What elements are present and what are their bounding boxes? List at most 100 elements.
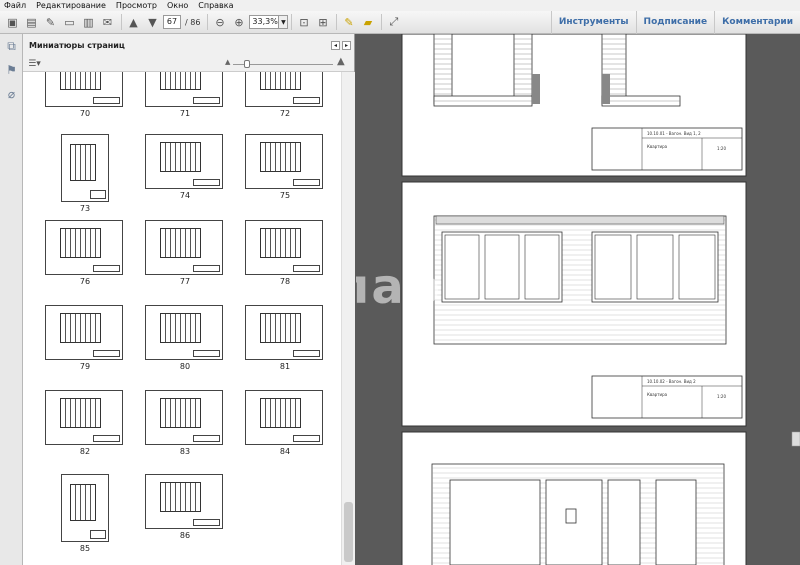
page-thumbnail[interactable]: 76 xyxy=(45,220,125,286)
thumbnail-drawing xyxy=(159,482,202,512)
title-block-name: Квартира xyxy=(647,144,668,149)
collapse-icon[interactable]: ◂ xyxy=(331,40,340,50)
fit-page-icon[interactable]: ⊡ xyxy=(295,14,312,31)
zoom-out-icon[interactable]: ⊖ xyxy=(211,14,228,31)
sign-link[interactable]: Подписание xyxy=(635,11,715,34)
menu-edit[interactable]: Редактирование xyxy=(36,0,106,11)
thumbnail-stamp xyxy=(193,518,220,526)
thumbnail-label: 78 xyxy=(279,277,291,286)
page-total: / 86 xyxy=(185,17,201,27)
toolbar-separator xyxy=(207,14,209,30)
thumbnail-drawing xyxy=(70,144,96,181)
thumbnail-image xyxy=(45,305,123,360)
fixture xyxy=(565,508,577,524)
page-thumbnail[interactable]: 86 xyxy=(145,474,225,540)
thumbnail-grid: 70 71 72 73 74 75 76 77 78 79 80 81 82 83 84 85 86 xyxy=(23,72,341,565)
highlight-icon[interactable]: ▰ xyxy=(359,14,376,31)
thumbnail-image xyxy=(245,72,323,107)
slider-handle[interactable] xyxy=(244,60,250,68)
comments-link[interactable]: Комментарии xyxy=(714,11,800,34)
zoom-input[interactable]: 33,3% xyxy=(249,15,280,29)
thumbnail-stamp xyxy=(193,434,220,442)
bookmark-icon[interactable]: ⚑ xyxy=(0,58,23,82)
email-icon[interactable]: ✉ xyxy=(99,14,116,31)
title-block-name: Квартира xyxy=(647,392,668,397)
watermark: ппар xyxy=(356,259,443,315)
print-icon[interactable]: ▥ xyxy=(80,14,97,31)
thumbnail-label: 76 xyxy=(79,277,91,286)
panel-scrollbar[interactable] xyxy=(341,72,355,565)
thumbnail-stamp xyxy=(293,178,320,186)
menu-window[interactable]: Окно xyxy=(167,0,188,11)
create-icon[interactable]: ▣ xyxy=(4,14,21,31)
thumbnail-label: 80 xyxy=(179,362,191,371)
create-pdf-icon[interactable]: ▤ xyxy=(23,14,40,31)
thumbnail-image xyxy=(145,305,223,360)
page-thumbnail[interactable]: 83 xyxy=(145,390,225,456)
thumbnails-panel: Миниатюры страниц ◂ ▸ ☰▾ ▲ ▲ 70 71 72 73 74 7… xyxy=(23,34,355,565)
thumbnail-stamp xyxy=(193,178,220,186)
edit-icon[interactable]: ✎ xyxy=(42,14,59,31)
thumbnail-drawing xyxy=(259,313,302,343)
panel-header: Миниатюры страниц ◂ ▸ xyxy=(23,34,354,56)
expand-icon[interactable]: ⤢ xyxy=(385,14,402,31)
window-pane xyxy=(444,234,480,300)
tools-link[interactable]: Инструменты xyxy=(550,11,636,34)
thumbnail-drawing xyxy=(159,142,202,172)
thumbnail-image xyxy=(245,220,323,275)
page-thumbnail[interactable]: 74 xyxy=(145,134,225,200)
page-thumbnail[interactable]: 75 xyxy=(245,134,325,200)
full-screen-icon[interactable]: ⊞ xyxy=(314,14,331,31)
menu-view[interactable]: Просмотр xyxy=(116,0,157,11)
page-thumbnail[interactable]: 80 xyxy=(145,305,225,371)
page-thumbnail[interactable]: 81 xyxy=(245,305,325,371)
thumbnail-stamp xyxy=(293,434,320,442)
thumbnail-stamp xyxy=(193,349,220,357)
thumbnail-stamp xyxy=(193,96,220,104)
thumbnail-image xyxy=(245,134,323,189)
scrollbar-thumb[interactable] xyxy=(344,502,353,562)
thumbnail-drawing xyxy=(259,398,302,428)
thumbnail-stamp xyxy=(93,96,120,104)
menu-help[interactable]: Справка xyxy=(198,0,233,11)
page-thumbnail[interactable]: 85 xyxy=(45,474,125,553)
page-thumbnail[interactable]: 70 xyxy=(45,72,125,118)
page-up-icon[interactable]: ▲ xyxy=(125,14,142,31)
page-thumbnail[interactable]: 82 xyxy=(45,390,125,456)
page-thumbnail[interactable]: 78 xyxy=(245,220,325,286)
page-number-input[interactable]: 67 xyxy=(163,15,181,29)
thumbnail-stamp xyxy=(93,264,120,272)
thumbnail-drawing xyxy=(59,398,102,428)
page-thumbnail[interactable]: 77 xyxy=(145,220,225,286)
title-block-scale: 1:20 xyxy=(717,394,726,399)
page-thumbnail[interactable]: 84 xyxy=(245,390,325,456)
page-thumbnail[interactable]: 71 xyxy=(145,72,225,118)
window-pane xyxy=(524,234,560,300)
zoom-in-icon[interactable]: ⊕ xyxy=(230,14,247,31)
page-thumbnail[interactable]: 79 xyxy=(45,305,125,371)
page-thumbnails-icon[interactable]: ⧉ xyxy=(0,34,23,58)
close-panel-icon[interactable]: ▸ xyxy=(342,40,351,50)
thumbnail-image xyxy=(45,72,123,107)
menu-bar: Файл Редактирование Просмотр Окно Справк… xyxy=(0,0,800,11)
thumbnail-label: 70 xyxy=(79,109,91,118)
thumbnail-label: 71 xyxy=(179,109,191,118)
attachment-icon[interactable]: ⌀ xyxy=(0,82,23,106)
page-down-icon[interactable]: ▼ xyxy=(144,14,161,31)
thumbnail-label: 72 xyxy=(279,109,291,118)
thumbnail-image xyxy=(145,474,223,529)
page-thumbnail[interactable]: 73 xyxy=(45,134,125,213)
large-mountain-icon[interactable]: ▲ xyxy=(337,56,345,67)
save-icon[interactable]: ▭ xyxy=(61,14,78,31)
document-view: 10.10.01 - Вагон. Вид 1, 2 Квартира 1:20 10… xyxy=(356,34,800,565)
toolbar-separator xyxy=(336,14,338,30)
thumbnail-image xyxy=(61,474,109,542)
small-mountain-icon[interactable]: ▲ xyxy=(225,58,230,66)
page-thumbnail[interactable]: 72 xyxy=(245,72,325,118)
menu-file[interactable]: Файл xyxy=(4,0,26,11)
options-menu-icon[interactable]: ☰▾ xyxy=(26,55,43,72)
zoom-dropdown-icon[interactable]: ▼ xyxy=(279,15,289,29)
thumbnail-stamp xyxy=(293,96,320,104)
door-frame xyxy=(607,479,641,565)
comment-icon[interactable]: ✎ xyxy=(340,14,357,31)
